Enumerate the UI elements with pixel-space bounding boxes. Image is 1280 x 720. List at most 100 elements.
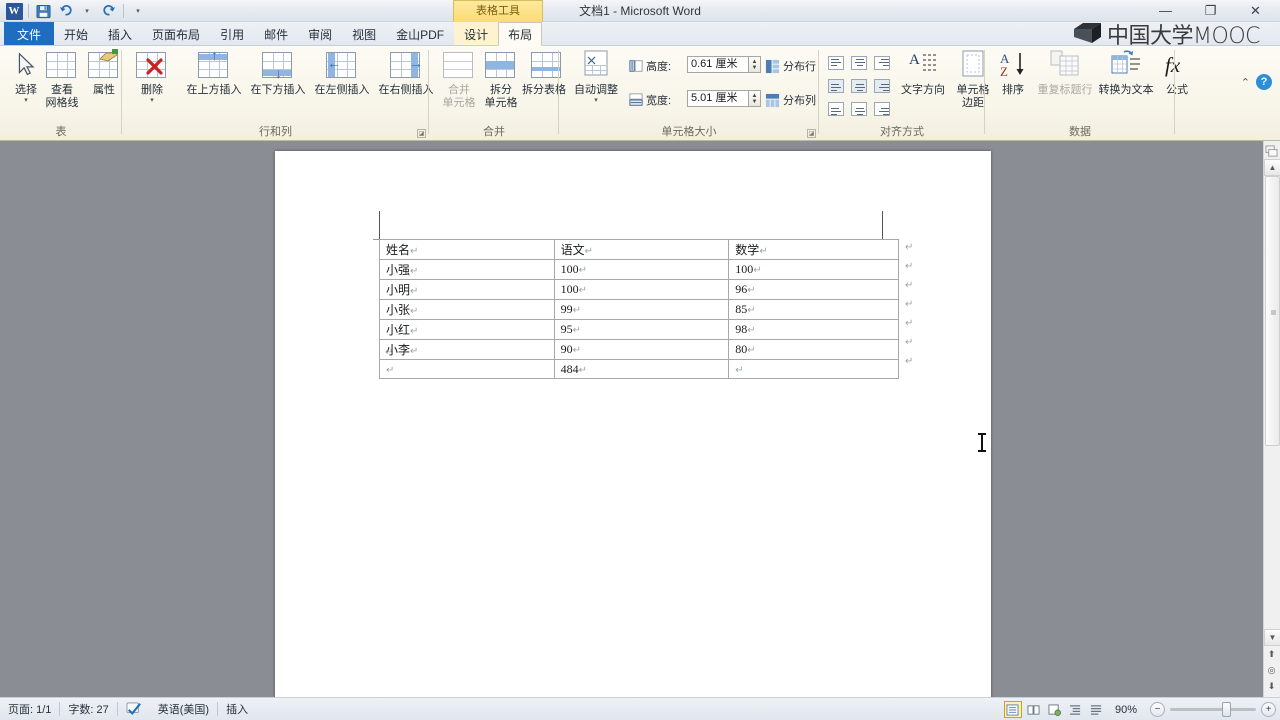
cell-size-dialog-launcher[interactable]: ◪	[807, 129, 816, 138]
align-top-right-button[interactable]	[871, 52, 893, 74]
cell-header-name[interactable]: 姓名↵	[379, 239, 555, 260]
table-row-total[interactable]: ↵ 484↵ ↵	[379, 359, 899, 379]
help-icon[interactable]: ?	[1256, 74, 1272, 90]
tab-mailings[interactable]: 邮件	[254, 22, 298, 45]
insert-above-button[interactable]: ↑ 在上方插入	[180, 48, 248, 97]
minimize-button[interactable]: —	[1143, 0, 1188, 21]
tab-kingsoft-pdf[interactable]: 金山PDF	[386, 22, 454, 45]
table-row[interactable]: 小李↵ 90↵ 80↵	[379, 339, 899, 360]
zoom-slider-track[interactable]	[1170, 702, 1256, 717]
width-spin-down[interactable]: ▼	[752, 99, 758, 105]
split-handle-icon[interactable]	[1264, 144, 1279, 159]
page-indicator[interactable]: 页面: 1/1	[0, 698, 59, 720]
align-center-left-button[interactable]	[825, 75, 847, 97]
cell-math-5[interactable]: 80↵	[728, 339, 899, 360]
cell-chinese-4[interactable]: 95↵	[553, 319, 730, 340]
select-dropdown-icon[interactable]: ▾	[24, 97, 28, 104]
align-top-left-button[interactable]	[825, 52, 847, 74]
tab-table-layout[interactable]: 布局	[498, 22, 543, 46]
save-icon[interactable]	[33, 2, 53, 21]
insert-left-button[interactable]: ← 在左侧插入	[308, 50, 376, 97]
zoom-out-button[interactable]: −	[1150, 702, 1165, 717]
web-layout-view-button[interactable]	[1046, 701, 1064, 718]
cell-header-math[interactable]: 数学↵	[728, 239, 899, 260]
cell-math-2[interactable]: 96↵	[728, 279, 899, 300]
tab-insert[interactable]: 插入	[98, 22, 142, 45]
tab-review[interactable]: 审阅	[298, 22, 342, 45]
tab-file[interactable]: 文件	[4, 22, 55, 45]
cell-chinese-total[interactable]: 484↵	[553, 359, 730, 379]
zoom-slider-thumb[interactable]	[1222, 702, 1231, 717]
align-top-center-button[interactable]	[848, 52, 870, 74]
undo-icon[interactable]	[55, 2, 75, 21]
insert-below-button[interactable]: ↓ 在下方插入	[244, 50, 312, 97]
zoom-slider[interactable]: − +	[1150, 702, 1276, 717]
word-count[interactable]: 字数: 27	[60, 698, 116, 720]
tab-references[interactable]: 引用	[210, 22, 254, 45]
distribute-rows-button[interactable]: 分布行	[765, 58, 816, 74]
draft-view-button[interactable]	[1088, 701, 1106, 718]
rows-columns-dialog-launcher[interactable]: ◪	[417, 129, 426, 138]
repeat-header-rows-button[interactable]: 重复标题行	[1031, 50, 1099, 97]
previous-page-button[interactable]: ⬆	[1264, 647, 1279, 662]
cell-chinese-5[interactable]: 90↵	[553, 339, 730, 360]
height-spin-down[interactable]: ▼	[752, 65, 758, 71]
align-center-button[interactable]	[848, 75, 870, 97]
scroll-down-button[interactable]: ▼	[1264, 629, 1280, 646]
restore-button[interactable]: ❐	[1188, 0, 1233, 21]
height-spin-buttons[interactable]: ▲ ▼	[749, 56, 761, 73]
cell-math-total[interactable]: ↵	[728, 359, 899, 379]
tab-home[interactable]: 开始	[54, 22, 98, 45]
tab-view[interactable]: 视图	[342, 22, 386, 45]
cell-header-chinese[interactable]: 语文↵	[553, 239, 730, 260]
delete-button[interactable]: 删除 ▾	[126, 50, 178, 104]
width-spinner[interactable]: 5.01 厘米 ▲ ▼	[687, 90, 761, 107]
close-button[interactable]: ✕	[1233, 0, 1278, 21]
insert-mode-indicator[interactable]: 插入	[218, 698, 256, 720]
vertical-scrollbar[interactable]: ▲ ▼ ⬆ ◎ ⬇	[1263, 141, 1280, 697]
convert-to-text-button[interactable]: 转换为文本	[1095, 50, 1157, 97]
zoom-level[interactable]: 90%	[1109, 698, 1143, 720]
align-bottom-center-button[interactable]	[848, 98, 870, 120]
height-input[interactable]: 0.61 厘米	[687, 56, 749, 73]
height-spinner[interactable]: 0.61 厘米 ▲ ▼	[687, 56, 761, 73]
full-screen-reading-view-button[interactable]	[1025, 701, 1043, 718]
score-table[interactable]: 姓名↵ 语文↵ 数学↵ 小强↵ 100↵ 100↵ 小明↵ 100↵ 96↵ 小…	[379, 239, 913, 379]
word-app-icon[interactable]: W	[4, 2, 24, 21]
cell-name-2[interactable]: 小明↵	[379, 279, 555, 300]
table-row[interactable]: 小红↵ 95↵ 98↵	[379, 319, 899, 340]
print-layout-view-button[interactable]	[1003, 701, 1022, 718]
zoom-in-button[interactable]: +	[1261, 702, 1276, 717]
cell-chinese-1[interactable]: 100↵	[553, 259, 730, 280]
text-direction-button[interactable]: A 文字方向	[895, 50, 951, 97]
tab-page-layout[interactable]: 页面布局	[142, 22, 210, 45]
table-row[interactable]: 小明↵ 100↵ 96↵	[379, 279, 899, 300]
width-input[interactable]: 5.01 厘米	[687, 90, 749, 107]
document-page[interactable]: 姓名↵ 语文↵ 数学↵ 小强↵ 100↵ 100↵ 小明↵ 100↵ 96↵ 小…	[275, 151, 991, 701]
cell-math-3[interactable]: 85↵	[728, 299, 899, 320]
tab-table-design[interactable]: 设计	[454, 22, 499, 45]
cell-chinese-3[interactable]: 99↵	[553, 299, 730, 320]
scroll-up-button[interactable]: ▲	[1264, 159, 1280, 176]
scrollbar-thumb[interactable]	[1265, 176, 1280, 446]
minimize-ribbon-icon[interactable]: ⌃	[1241, 76, 1250, 89]
cell-name-1[interactable]: 小强↵	[379, 259, 555, 280]
table-row[interactable]: 小张↵ 99↵ 85↵	[379, 299, 899, 320]
delete-dropdown-icon[interactable]: ▾	[150, 97, 154, 104]
table-row-header[interactable]: 姓名↵ 语文↵ 数学↵	[379, 239, 899, 260]
cell-math-1[interactable]: 100↵	[728, 259, 899, 280]
proofing-status-icon[interactable]	[118, 698, 150, 720]
outline-view-button[interactable]	[1067, 701, 1085, 718]
autofit-button[interactable]: 自动调整 ▾	[567, 50, 625, 104]
align-bottom-left-button[interactable]	[825, 98, 847, 120]
cell-chinese-2[interactable]: 100↵	[553, 279, 730, 300]
redo-icon[interactable]	[99, 2, 119, 21]
language-indicator[interactable]: 英语(美国)	[150, 698, 217, 720]
align-center-right-button[interactable]	[871, 75, 893, 97]
undo-dropdown-icon[interactable]: ▾	[77, 2, 97, 21]
cell-math-4[interactable]: 98↵	[728, 319, 899, 340]
distribute-columns-button[interactable]: 分布列	[765, 92, 816, 108]
cell-name-5[interactable]: 小李↵	[379, 339, 555, 360]
next-page-button[interactable]: ⬇	[1264, 679, 1279, 694]
table-row[interactable]: 小强↵ 100↵ 100↵	[379, 259, 899, 280]
